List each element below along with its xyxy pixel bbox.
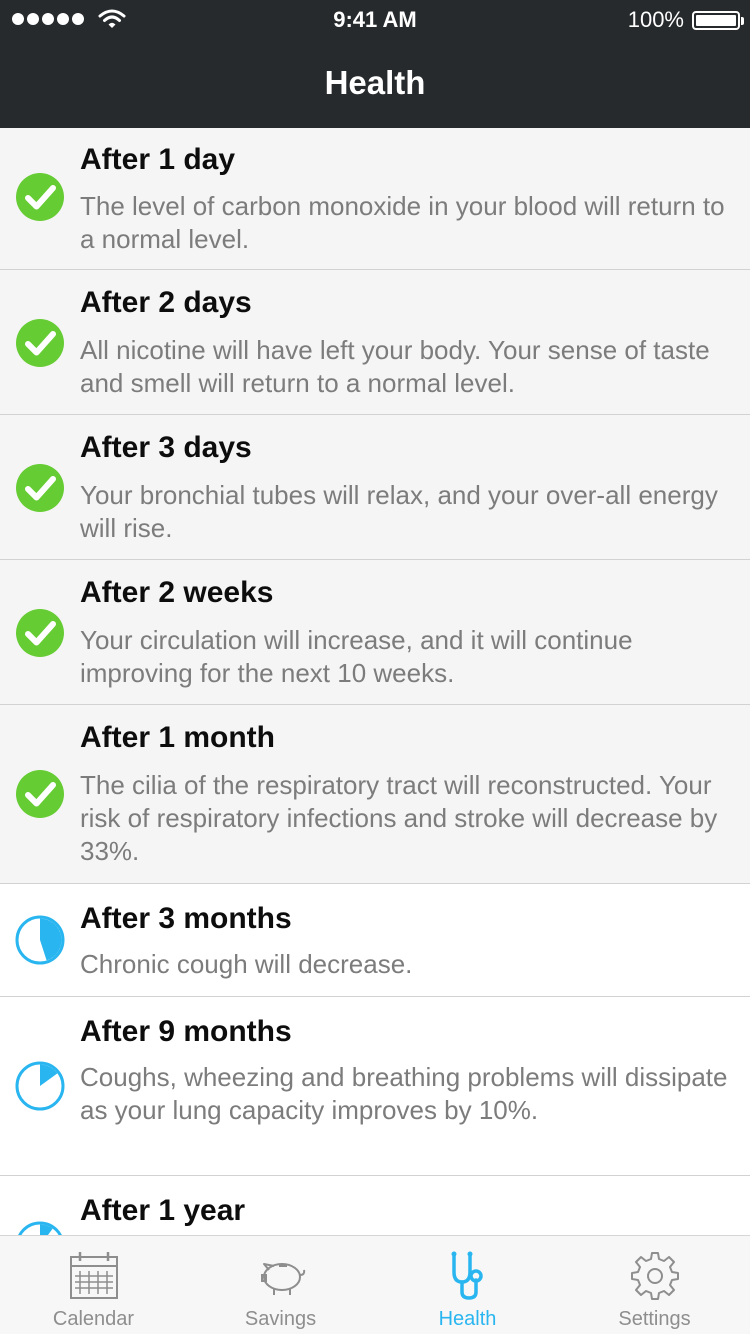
stethoscope-icon: [451, 1251, 483, 1300]
piggy-bank-icon: [260, 1263, 305, 1295]
milestone-description: The cilia of the respiratory tract will …: [80, 770, 718, 866]
page-title: Health: [324, 64, 426, 101]
progress-pie-icon: [15, 1061, 65, 1111]
tab-label: Savings: [244, 1308, 317, 1330]
status-bar: 9:41 AM 100%: [0, 0, 750, 40]
milestone-row[interactable]: After 3 days Your bronchial tubes will r…: [0, 415, 750, 560]
battery-icon: [692, 11, 744, 30]
tab-health[interactable]: Health: [374, 1236, 561, 1334]
tab-label: Health: [438, 1308, 497, 1330]
milestone-description: Your circulation will increase, and it w…: [80, 625, 633, 688]
tab-bar: Calendar Savings Health Settings: [0, 1235, 750, 1334]
milestone-title: After 9 months: [80, 1015, 292, 1048]
check-circle-icon: [16, 770, 64, 818]
milestone-title: After 1 day: [80, 143, 236, 176]
check-circle-icon: [16, 319, 64, 367]
milestone-row[interactable]: After 1 year: [0, 1176, 750, 1235]
milestone-row[interactable]: After 1 month The cilia of the respirato…: [0, 705, 750, 884]
tab-savings[interactable]: Savings: [187, 1236, 374, 1334]
milestone-row[interactable]: After 1 day The level of carbon monoxide…: [0, 128, 750, 270]
check-circle-icon: [16, 173, 64, 221]
milestone-list[interactable]: After 1 day The level of carbon monoxide…: [0, 128, 750, 1235]
milestone-row[interactable]: After 2 weeks Your circulation will incr…: [0, 560, 750, 705]
milestone-description: Your bronchial tubes will relax, and you…: [80, 480, 718, 543]
gear-icon: [630, 1252, 679, 1300]
milestone-description: Chronic cough will decrease.: [80, 949, 413, 979]
check-circle-icon: [16, 464, 64, 512]
milestone-row[interactable]: After 2 days All nicotine will have left…: [0, 270, 750, 415]
milestone-description: The level of carbon monoxide in your blo…: [80, 191, 725, 254]
milestone-row[interactable]: After 3 months Chronic cough will decrea…: [0, 884, 750, 997]
tab-settings[interactable]: Settings: [561, 1236, 748, 1334]
tab-calendar[interactable]: Calendar: [0, 1236, 187, 1334]
milestone-title: After 2 days: [80, 286, 252, 319]
tab-label: Settings: [618, 1308, 691, 1330]
milestone-title: After 1 year: [80, 1194, 246, 1227]
check-circle-icon: [16, 609, 64, 657]
milestone-description: Coughs, wheezing and breathing problems …: [80, 1062, 728, 1125]
calendar-icon: [69, 1252, 118, 1299]
progress-pie-icon: [18, 1221, 62, 1235]
tab-label: Calendar: [52, 1308, 135, 1330]
milestone-title: After 1 month: [80, 721, 275, 754]
milestone-title: After 3 months: [80, 902, 292, 935]
battery-percentage: 100%: [627, 7, 684, 32]
milestone-title: After 2 weeks: [80, 576, 274, 609]
progress-pie-icon: [15, 915, 65, 965]
milestone-description: All nicotine will have left your body. Y…: [80, 335, 710, 398]
milestone-row[interactable]: After 9 months Coughs, wheezing and brea…: [0, 997, 750, 1176]
navigation-header: 9:41 AM 100% Health: [0, 0, 750, 128]
milestone-title: After 3 days: [80, 431, 252, 464]
